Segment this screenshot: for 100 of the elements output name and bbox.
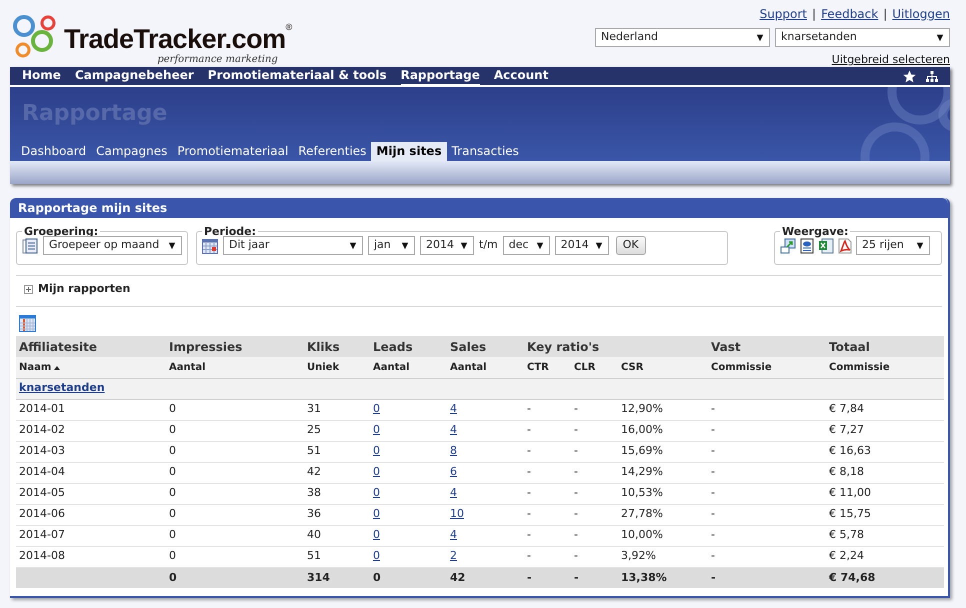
column-header[interactable]: Commissie (826, 357, 944, 378)
table-cell: 0 (166, 525, 304, 546)
table-cell: 12,90% (618, 399, 708, 420)
year-select[interactable]: 2014 (420, 236, 474, 255)
table-cell: 14,29% (618, 462, 708, 483)
caret-icon (756, 34, 764, 42)
column-header[interactable]: Commissie (708, 357, 826, 378)
my-reports-toggle[interactable]: Mijn rapporten (38, 280, 130, 298)
caret-icon (401, 242, 409, 250)
grouping-select[interactable]: Groepeer op maand (43, 236, 182, 255)
table-cell: - (708, 441, 826, 462)
table-cell: 2014-03 (16, 441, 166, 462)
nav-item[interactable]: Account (494, 66, 548, 86)
group-header: Vast (708, 336, 826, 357)
country-select[interactable]: Nederland (595, 28, 770, 47)
table-cell: 51 (304, 441, 370, 462)
table-cell: 2014-08 (16, 546, 166, 567)
table-link[interactable]: 2 (450, 549, 457, 562)
rows-select[interactable]: 25 rijen (856, 236, 930, 255)
table-link[interactable]: 0 (373, 423, 380, 436)
total-cell: 42 (447, 567, 524, 588)
sub-tab[interactable]: Mijn sites (371, 142, 447, 161)
advanced-select-link[interactable]: Uitgebreid selecteren (832, 52, 950, 68)
month-select[interactable]: dec (502, 236, 550, 255)
sub-tab[interactable]: Dashboard (16, 142, 92, 161)
table-link[interactable]: 0 (373, 465, 380, 478)
report-list-icon (22, 238, 38, 254)
separator-text: | (883, 6, 888, 23)
top-link[interactable]: Feedback (821, 5, 878, 23)
table-link[interactable]: 6 (450, 465, 457, 478)
group-header: Impressies (166, 336, 304, 357)
group-header: Leads (370, 336, 447, 357)
table-cell: 15,69% (618, 441, 708, 462)
sub-tab[interactable]: Promotiemateriaal (172, 142, 294, 161)
total-cell: 0 (166, 567, 304, 588)
sub-tab[interactable]: Referenties (293, 142, 372, 161)
site-select[interactable]: knarsetanden (775, 28, 950, 47)
star-icon (903, 70, 916, 82)
table-cell: - (708, 504, 826, 525)
table-link[interactable]: 10 (450, 507, 464, 520)
sub-tab[interactable]: Campagnes (91, 142, 172, 161)
column-header[interactable]: Aantal (447, 357, 524, 378)
table-link[interactable]: 4 (450, 528, 457, 542)
table-cell: - (571, 504, 618, 525)
total-cell: € 74,68 (826, 567, 944, 588)
ok-button[interactable]: OK (616, 236, 646, 255)
table-link[interactable]: 4 (450, 486, 457, 500)
nav-item[interactable]: Home (22, 66, 61, 86)
table-link[interactable]: 0 (373, 507, 380, 520)
table-link[interactable]: 8 (450, 444, 457, 458)
total-cell: - (524, 567, 571, 588)
logo-text: TradeTracker.com$^{®}$ (64, 24, 292, 54)
table-link[interactable]: 0 (373, 486, 380, 500)
table-link[interactable]: 0 (373, 402, 380, 416)
panel-title: Rapportage mijn sites (10, 198, 948, 218)
table-cell: 3,92% (618, 546, 708, 567)
table-link[interactable]: 4 (450, 402, 457, 416)
column-header[interactable]: Aantal (166, 357, 304, 378)
table-cell: 40 (304, 525, 370, 546)
top-link[interactable]: Support (760, 5, 808, 23)
nav-item[interactable]: Promotiemateriaal & tools (208, 66, 387, 86)
sub-tab[interactable]: Transacties (446, 142, 524, 161)
column-header[interactable]: CSR (618, 357, 708, 378)
total-cell: 314 (304, 567, 370, 588)
table-cell: 27,78% (618, 504, 708, 525)
column-header[interactable]: Uniek (304, 357, 370, 378)
column-header[interactable]: Naam (19, 360, 52, 375)
total-cell: - (571, 567, 618, 588)
popup-window-icon (780, 238, 796, 254)
site-group-link[interactable]: knarsetanden (19, 381, 105, 394)
table-link[interactable]: 0 (373, 528, 380, 542)
table-cell: - (708, 483, 826, 504)
table-cell: - (524, 525, 571, 546)
period-select[interactable]: Dit jaar (223, 236, 363, 255)
table-cell: 0 (166, 441, 304, 462)
year-select[interactable]: 2014 (554, 236, 609, 255)
sitemap-icon (926, 70, 938, 82)
top-link[interactable]: Uitloggen (892, 5, 950, 23)
table-link[interactable]: 0 (373, 444, 380, 458)
table-cell: 16,00% (618, 420, 708, 441)
table-cell: € 16,63 (826, 441, 944, 462)
table-link[interactable]: 4 (450, 423, 457, 436)
caret-icon (460, 242, 468, 250)
table-link[interactable]: 0 (373, 549, 380, 562)
table-cell: 0 (166, 546, 304, 567)
column-header[interactable]: CLR (571, 357, 618, 378)
spreadsheet-icon (818, 238, 834, 254)
table-cell: - (524, 546, 571, 567)
table-cell: 0 (166, 462, 304, 483)
column-header[interactable]: CTR (524, 357, 571, 378)
column-header[interactable]: Aantal (370, 357, 447, 378)
table-cell: 2014-01 (16, 399, 166, 420)
caret-icon (536, 242, 544, 250)
table-cell: - (708, 525, 826, 546)
nav-item[interactable]: Campagnebeheer (74, 66, 194, 86)
caret-icon (936, 34, 944, 42)
table-cell: - (571, 525, 618, 546)
table-cell: 2014-05 (16, 483, 166, 504)
month-select[interactable]: jan (368, 236, 415, 255)
table-cell: - (708, 399, 826, 420)
